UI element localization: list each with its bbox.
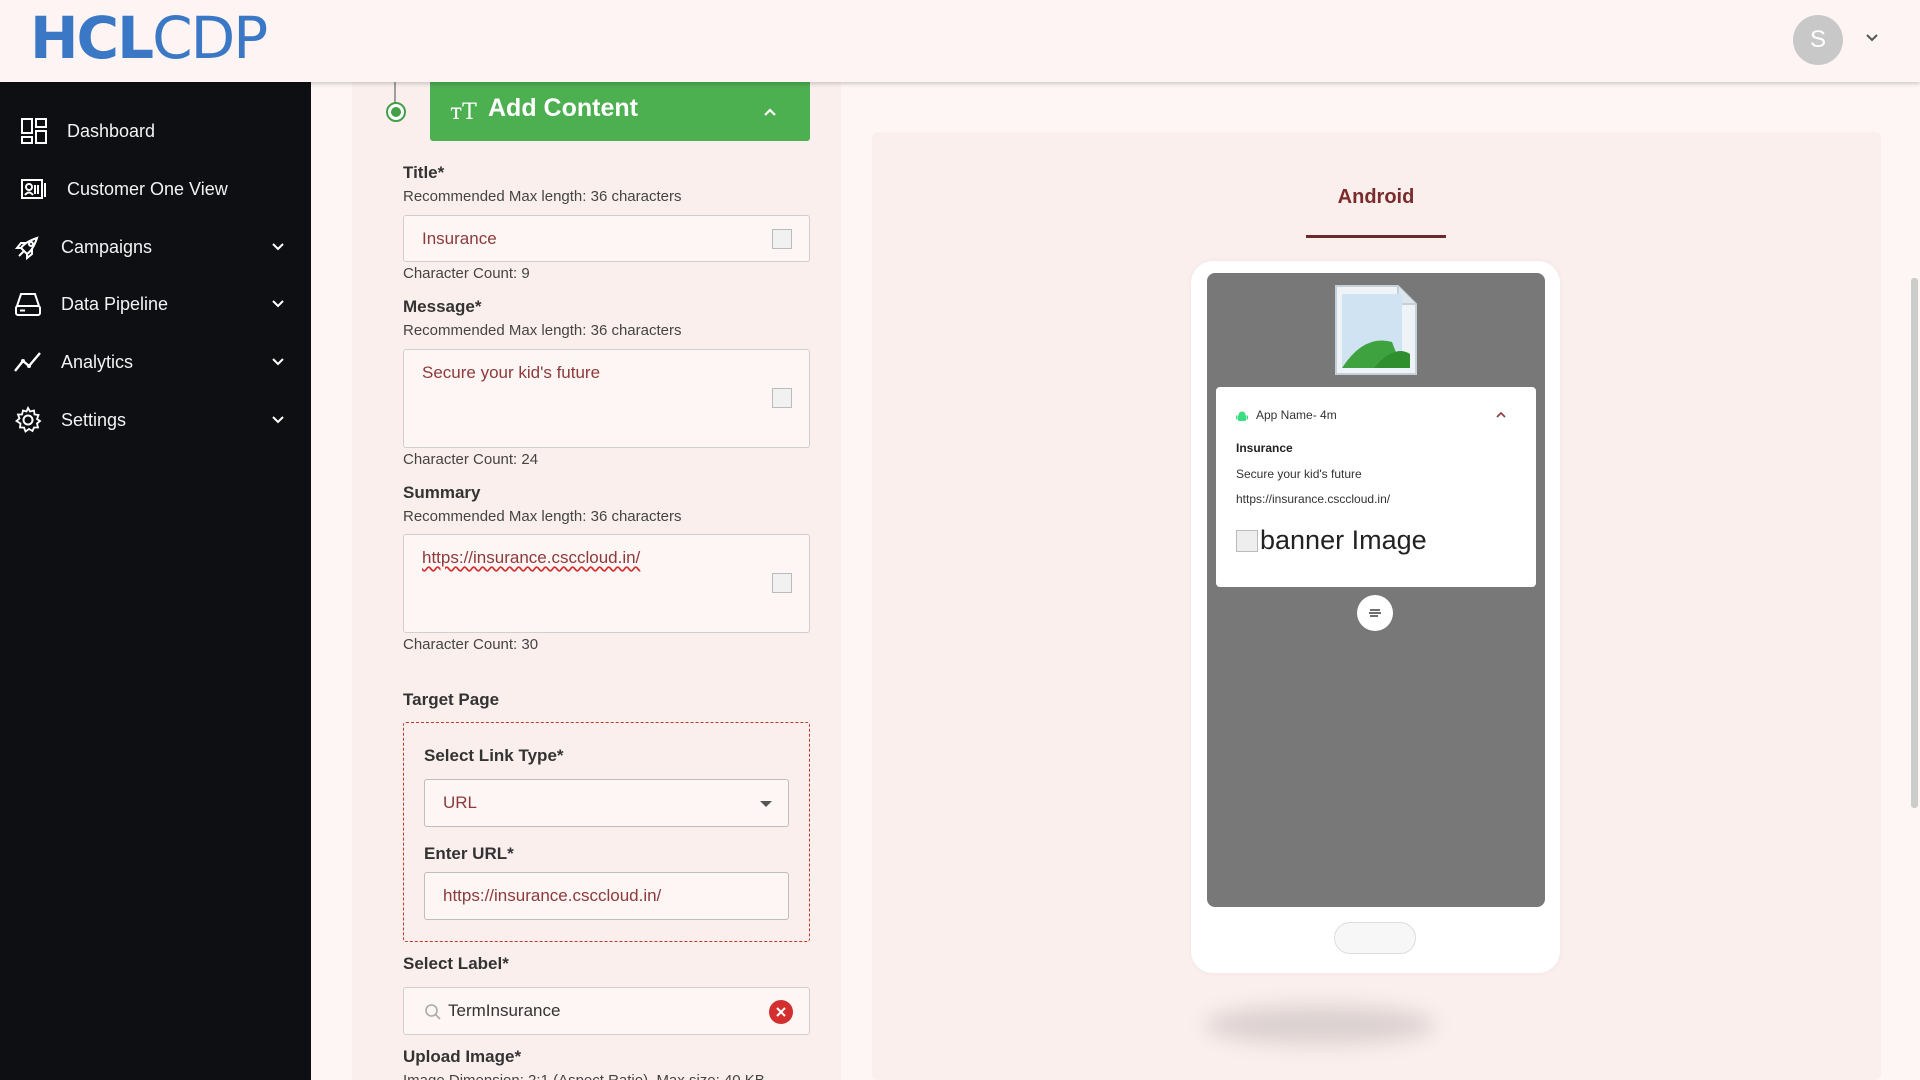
sidebar-item-label: Analytics [61,351,134,372]
sidebar-item-campaigns[interactable]: Campaigns [0,222,311,272]
broken-image-icon [1335,285,1417,375]
sidebar: Dashboard Customer One View Campaigns Da… [0,82,311,1080]
gear-icon [12,404,44,436]
link-type-value: URL [443,793,478,812]
chevron-down-icon [272,300,284,308]
sidebar-item-settings[interactable]: Settings [0,395,311,445]
phone-home-button [1334,922,1416,954]
url-label: Enter URL* [424,844,514,863]
summary-textarea[interactable]: https://insurance.csccloud.in/ [403,534,810,633]
select-label-input[interactable]: TermInsurance [403,987,810,1035]
dashboard-icon [18,115,50,147]
logo-cdp: CDP [152,4,268,72]
analytics-icon [12,346,44,378]
android-icon [1236,411,1248,421]
notification-app-name: App Name- 4m [1256,408,1337,422]
target-page-label: Target Page [403,690,500,709]
notification-message: Secure your kid's future [1236,467,1362,481]
add-content-accordion[interactable]: тT Add Content [430,82,810,141]
page-scrollbar[interactable] [1911,278,1918,808]
title-input[interactable]: Insurance [403,215,810,262]
summary-label: Summary [403,483,481,502]
sidebar-item-label: Data Pipeline [61,293,169,314]
chevron-up-icon[interactable] [1494,408,1508,422]
select-label-value: TermInsurance [448,1001,561,1020]
summary-char-count: Character Count: 30 [403,636,539,653]
text-format-icon: тT [450,100,477,125]
notification-title: Insurance [1236,441,1293,455]
add-content-title: Add Content [488,94,638,122]
sidebar-item-analytics[interactable]: Analytics [0,337,311,387]
rocket-icon [12,231,44,263]
title-value: Insurance [422,229,497,248]
upload-image-label: Upload Image* [403,1047,522,1066]
step-connector [394,82,396,104]
notification-card[interactable]: App Name- 4m Insurance Secure your kid's… [1216,387,1536,587]
title-char-count: Character Count: 9 [403,265,530,282]
clear-icon[interactable] [769,1000,793,1024]
step-indicator [386,102,406,122]
avatar[interactable]: S [1793,15,1843,65]
select-label-label: Select Label* [403,954,509,973]
id-card-icon [18,173,50,205]
caret-down-icon [760,801,772,807]
summary-hint: Recommended Max length: 36 characters [403,508,682,525]
tab-active-indicator [1306,235,1446,238]
emoji-picker-icon[interactable] [772,573,792,593]
sidebar-item-label: Dashboard [67,120,156,141]
database-icon [12,288,44,320]
broken-image-icon [1236,529,1258,552]
sidebar-item-dashboard[interactable]: Dashboard [0,106,311,156]
message-label: Message* [403,297,482,316]
message-textarea[interactable]: Secure your kid's future [403,349,810,448]
url-value: https://insurance.csccloud.in/ [443,886,662,905]
emoji-picker-icon[interactable] [772,229,792,249]
chevron-down-icon [272,243,284,251]
chevron-down-icon[interactable] [1862,28,1882,48]
notification-summary: https://insurance.csccloud.in/ [1236,492,1391,506]
link-type-label: Select Link Type* [424,746,564,765]
chevron-up-icon [764,108,776,116]
banner-alt-text: banner Image [1260,525,1427,555]
link-type-select[interactable]: URL [424,779,789,827]
sidebar-item-data-pipeline[interactable]: Data Pipeline [0,279,311,329]
sidebar-item-customer-one-view[interactable]: Customer One View [0,164,311,214]
search-icon [425,1004,441,1020]
notification-banner-image: banner Image [1236,525,1427,556]
sidebar-item-label: Campaigns [61,236,153,257]
url-input[interactable]: https://insurance.csccloud.in/ [424,872,789,920]
hclcdp-logo[interactable]: HCLCDP [30,4,268,72]
tab-android[interactable]: Android [1306,186,1446,209]
sidebar-item-label: Customer One View [67,178,228,199]
title-hint: Recommended Max length: 36 characters [403,188,682,205]
message-value: Secure your kid's future [422,363,601,382]
emoji-picker-icon[interactable] [772,388,792,408]
top-header: HCLCDP S [0,0,1920,82]
message-hint: Recommended Max length: 36 characters [403,322,682,339]
chevron-down-icon [272,416,284,424]
message-char-count: Character Count: 24 [403,451,539,468]
menu-lines-icon [1369,609,1381,617]
title-label: Title* [403,163,445,182]
phone-shadow [1205,1005,1435,1045]
sidebar-item-label: Settings [61,409,127,430]
summary-value: https://insurance.csccloud.in/ [422,548,641,567]
chevron-down-icon [272,358,284,366]
logo-hcl: HCL [30,4,154,72]
expand-notification-button[interactable] [1357,595,1393,631]
upload-image-hint: Image Dimension: 2:1 (Aspect Ratio), Max… [403,1072,765,1080]
